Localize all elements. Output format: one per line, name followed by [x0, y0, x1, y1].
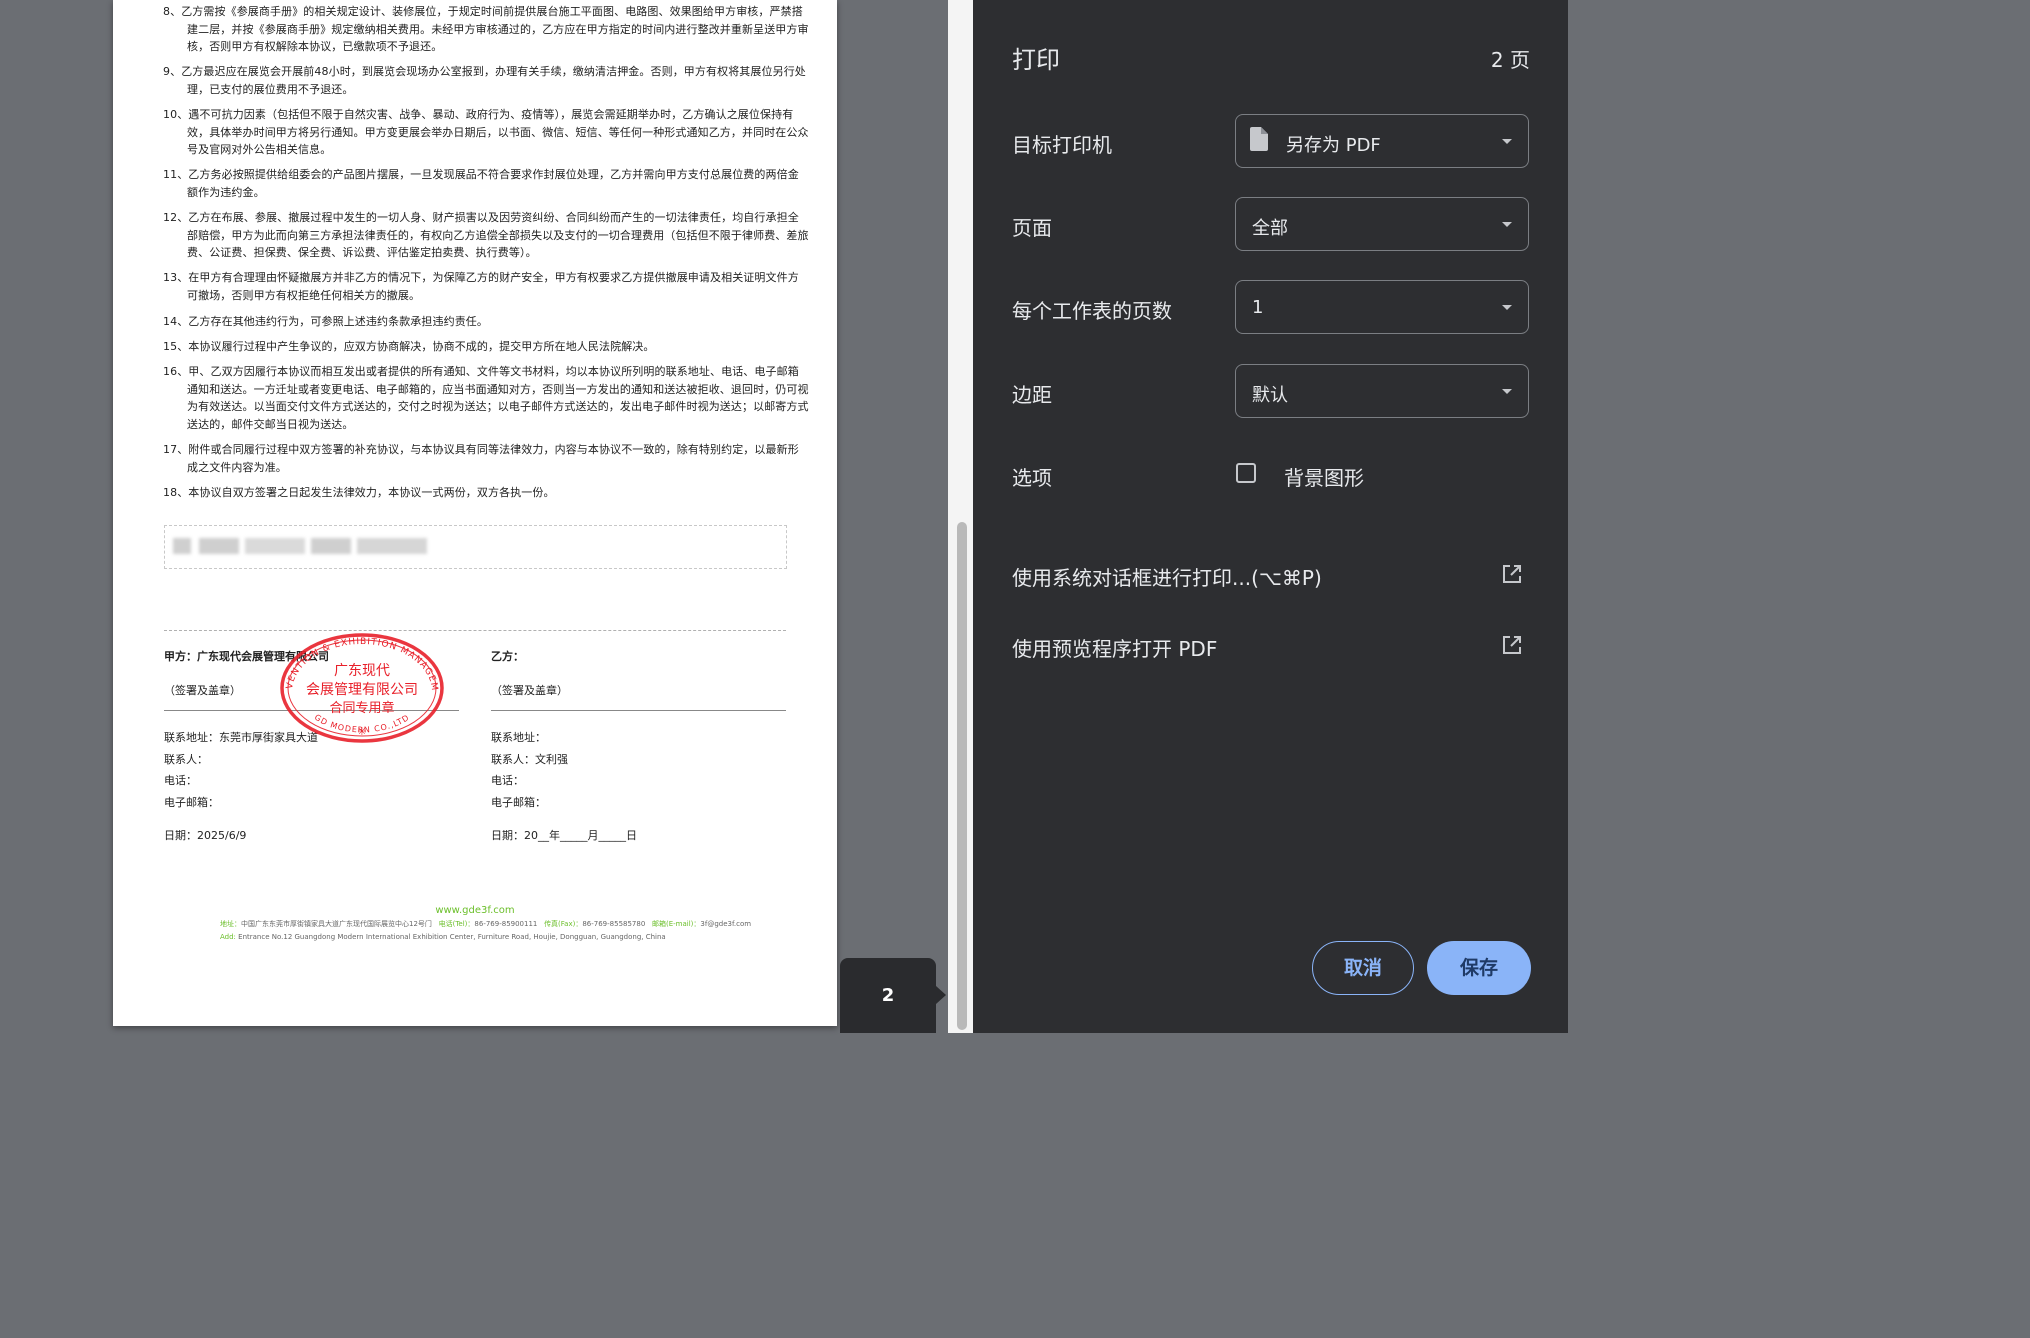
open-preview-link[interactable]: 使用预览程序打开 PDF — [1012, 633, 1217, 662]
party-a-sign: （签署及盖章） — [164, 684, 241, 697]
company-seal: CONVENTION & EXHIBITION MANAGEMENT GD MO… — [278, 632, 444, 743]
blurred-block — [199, 538, 239, 554]
seal-line3: 合同专用章 — [329, 700, 394, 716]
chevron-down-icon — [1502, 222, 1512, 227]
redacted-signature-box — [164, 525, 787, 569]
footer-tel: 86-769-85900111 — [474, 920, 538, 928]
print-preview-area: 8、乙方需按《参展商手册》的相关规定设计、装修展位，于规定时间前提供展台施工平面… — [0, 0, 948, 1033]
destination-label: 目标打印机 — [1012, 133, 1112, 157]
clause-15: 15、本协议履行过程中产生争议的，应双方协商解决，协商不成的，提交甲方所在地人民… — [163, 340, 655, 353]
clause-17: 17、附件或合同履行过程中双方签署的补充协议，与本协议具有同等法律效力，内容与本… — [163, 443, 799, 474]
footer-fax: 86-769-85585780 — [582, 920, 646, 928]
footer-tel-label: 电话(Tel)： — [438, 920, 475, 928]
clause-11: 11、乙方务必按照提供给组委会的产品图片摆展，一旦发现展品不符合要求作封展位处理… — [163, 168, 799, 199]
seal-line1: 广东现代 — [334, 663, 390, 679]
clause-9: 9、乙方最迟应在展览会开展前48小时，到展览会现场办公室报到，办理有关手续，缴纳… — [163, 65, 806, 96]
blurred-block — [311, 538, 351, 554]
party-b-sign-line — [491, 710, 786, 711]
seal-star: ✳ — [357, 725, 366, 738]
party-b-address: 联系地址： — [491, 731, 546, 744]
party-b-sign: （签署及盖章） — [491, 684, 568, 697]
party-a-email: 电子邮箱： — [164, 796, 219, 809]
file-icon — [1250, 127, 1268, 151]
pages-per-sheet-label: 每个工作表的页数 — [1012, 299, 1172, 323]
background-graphics-label[interactable]: 背景图形 — [1284, 462, 1364, 491]
system-dialog-link[interactable]: 使用系统对话框进行打印...(⌥⌘P) — [1012, 562, 1322, 591]
clause-13: 13、在甲方有合理理由怀疑撤展方并非乙方的情况下，为保障乙方的财产安全，甲方有权… — [163, 271, 799, 302]
chevron-down-icon — [1502, 305, 1512, 310]
party-a-date: 日期：2025/6/9 — [164, 829, 247, 842]
party-a-phone: 电话： — [164, 774, 197, 787]
divider-line — [164, 630, 786, 631]
print-settings-panel: 打印 2 页 目标打印机 另存为 PDF 页面 全部 每个工作表的页数 1 边距… — [973, 0, 1568, 1033]
party-b-date: 日期：20__年_____月_____日 — [491, 829, 637, 842]
footer-addr-label: 地址： — [220, 920, 241, 928]
clause-14: 14、乙方存在其他违约行为，可参照上述违约条款承担违约责任。 — [163, 315, 488, 328]
seal-line2: 会展管理有限公司 — [306, 682, 418, 698]
clause-10: 10、遇不可抗力因素（包括但不限于自然灾害、战争、暴动、政府行为、疫情等），展览… — [163, 108, 809, 156]
party-b-contact: 联系人：文利强 — [491, 753, 568, 766]
margins-select[interactable]: 默认 — [1235, 364, 1529, 418]
page-number-badge: 2 — [840, 958, 946, 1033]
party-b-phone: 电话： — [491, 774, 524, 787]
chevron-down-icon — [1502, 389, 1512, 394]
destination-value: 另存为 PDF — [1286, 135, 1381, 156]
pages-select[interactable]: 全部 — [1235, 197, 1529, 251]
pages-per-sheet-select[interactable]: 1 — [1235, 280, 1529, 334]
pages-value: 全部 — [1252, 218, 1288, 239]
footer-english-address: Add: Entrance No.12 Guangdong Modern Int… — [220, 929, 666, 947]
pages-per-sheet-value: 1 — [1252, 297, 1264, 318]
party-a-contact: 联系人： — [164, 753, 208, 766]
margins-value: 默认 — [1252, 385, 1288, 406]
pages-label: 页面 — [1012, 216, 1052, 240]
party-b-name: 乙方： — [491, 650, 524, 663]
party-b-email: 电子邮箱： — [491, 796, 546, 809]
footer-email: 3f@gde3f.com — [700, 920, 752, 928]
page-count: 2 页 — [1490, 48, 1530, 72]
footer-add-label: Add: — [220, 933, 236, 941]
footer-add-en: Entrance No.12 Guangdong Modern Internat… — [238, 933, 666, 941]
external-link-icon[interactable] — [1501, 563, 1523, 585]
blurred-block — [357, 538, 427, 554]
blurred-block — [173, 538, 191, 554]
footer-fax-label: 传真(Fax)： — [544, 920, 583, 928]
clause-12: 12、乙方在布展、参展、撤展过程中发生的一切人身、财产损害以及因劳资纠纷、合同纠… — [163, 211, 809, 259]
destination-select[interactable]: 另存为 PDF — [1235, 114, 1529, 168]
panel-title: 打印 — [1012, 46, 1060, 74]
preview-page: 8、乙方需按《参展商手册》的相关规定设计、装修展位，于规定时间前提供展台施工平面… — [113, 0, 837, 1026]
cancel-button[interactable]: 取消 — [1312, 941, 1414, 995]
external-link-icon[interactable] — [1501, 634, 1523, 656]
clause-8: 8、乙方需按《参展商手册》的相关规定设计、装修展位，于规定时间前提供展台施工平面… — [163, 5, 809, 53]
margins-label: 边距 — [1012, 383, 1052, 407]
clause-18: 18、本协议自双方签署之日起发生法律效力，本协议一式两份，双方各执一份。 — [163, 486, 555, 499]
save-button[interactable]: 保存 — [1427, 941, 1531, 995]
clause-16: 16、甲、乙双方因履行本协议而相互发出或者提供的所有通知、文件等文书材料，均以本… — [163, 365, 809, 431]
preview-scrollbar-thumb[interactable] — [957, 522, 967, 1030]
chevron-down-icon — [1502, 139, 1512, 144]
background-graphics-checkbox[interactable] — [1236, 463, 1256, 483]
options-label: 选项 — [1012, 466, 1052, 490]
footer-email-label: 邮箱(E-mail)： — [651, 920, 701, 928]
footer-addr: 中国广东东莞市厚街镇家具大道广东现代国际展览中心12号门 — [241, 920, 432, 928]
blurred-block — [245, 538, 305, 554]
